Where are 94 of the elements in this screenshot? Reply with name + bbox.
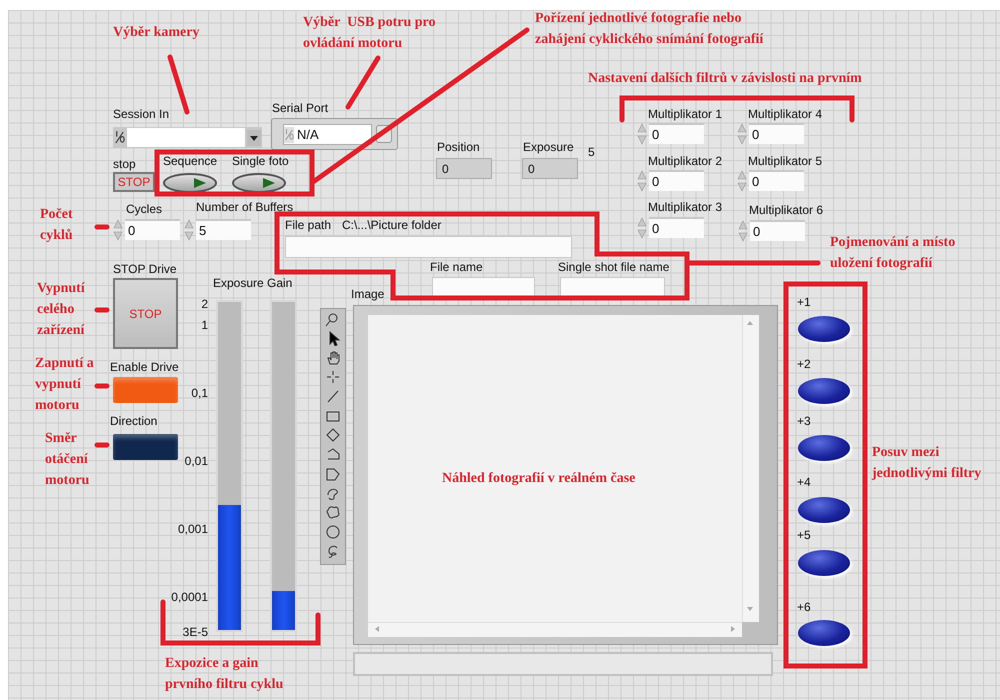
filter-button[interactable] xyxy=(798,550,850,576)
numeric-field[interactable]: 0 xyxy=(749,123,804,144)
file-name-field[interactable] xyxy=(432,277,535,298)
diamond-icon[interactable] xyxy=(325,426,341,443)
freeform-shape-icon[interactable] xyxy=(325,504,341,520)
toggle-label: Sequence xyxy=(163,154,218,168)
slide-label: Exposure xyxy=(213,276,264,290)
numeric-indicator: 0 xyxy=(436,158,492,179)
annotation-text: Výběr USB potru pro ovládání motoru xyxy=(303,14,436,53)
line-icon[interactable] xyxy=(325,388,341,404)
button-label: +2 xyxy=(797,357,811,371)
numeric-field[interactable]: 0 xyxy=(749,170,804,191)
control-label: STOP Drive xyxy=(113,262,177,276)
io-icon xyxy=(284,126,294,142)
file-name-field[interactable] xyxy=(560,277,665,298)
control-label: File path xyxy=(285,218,332,232)
annotation-line xyxy=(94,442,110,448)
serial-port-field[interactable]: N/A xyxy=(283,124,372,145)
play-icon xyxy=(193,177,207,189)
switch-button[interactable] xyxy=(113,377,178,403)
annotation-line xyxy=(94,224,110,230)
filter-button[interactable] xyxy=(798,435,850,461)
control-label: Number of Buffers xyxy=(196,200,294,214)
annotation-line xyxy=(168,54,190,114)
play-icon xyxy=(262,177,276,189)
annotation-text: Pořízení jednotlivé fotografie nebo zahájení cyklického snímání fotografií xyxy=(535,10,764,49)
slide-track[interactable] xyxy=(270,300,297,632)
slide-track[interactable] xyxy=(216,300,243,632)
scale-label: 0,001 xyxy=(176,522,208,536)
annotation-text: Nastavení dalších filtrů v závislosti na prvním xyxy=(588,70,862,88)
annotation-text: Výběr kamery xyxy=(113,24,200,42)
button-label: +4 xyxy=(797,475,811,489)
control-label: Multiplikator 3 xyxy=(648,200,722,214)
numeric-field[interactable]: 0 xyxy=(649,123,704,144)
scale-label: 1 xyxy=(200,318,208,332)
annotation-text: Posuv mezi jednotlivými filtry xyxy=(872,444,982,483)
numeric-field[interactable]: 0 xyxy=(750,220,805,241)
numeric-indicator: 0 xyxy=(522,158,578,179)
numeric-field[interactable]: 5 xyxy=(196,219,251,240)
slide-label: Gain xyxy=(267,276,292,290)
numeric-field[interactable]: 0 xyxy=(125,219,180,240)
scale-label: 2 xyxy=(200,297,208,311)
button-label: +6 xyxy=(797,600,811,614)
control-label: Cycles xyxy=(126,202,162,216)
annotation-text: Zapnutí a vypnutí motoru xyxy=(35,355,94,415)
note-text: 5 xyxy=(588,145,595,159)
annotation-text: Expozice a gain prvního filtru cyklu xyxy=(165,655,284,694)
scale-label: 0,01 xyxy=(184,454,208,468)
button-label: +5 xyxy=(797,528,811,542)
button-label: +3 xyxy=(797,414,811,428)
control-label: Serial Port xyxy=(272,101,328,115)
annotation-line xyxy=(94,308,110,312)
switch-button[interactable] xyxy=(113,434,178,460)
control-label: File name xyxy=(430,260,483,274)
button-label: +1 xyxy=(797,295,811,309)
control-label: Direction xyxy=(110,414,158,428)
control-label: Enable Drive xyxy=(110,360,179,374)
filter-button[interactable] xyxy=(798,620,850,646)
polygon-icon[interactable] xyxy=(325,466,341,482)
hand-icon[interactable] xyxy=(325,349,341,366)
filter-button[interactable] xyxy=(798,378,850,404)
polyline-icon[interactable] xyxy=(325,446,341,462)
numeric-field[interactable]: 0 xyxy=(649,170,704,191)
control-label: Single shot file name xyxy=(558,260,670,274)
scale-label: 0,0001 xyxy=(170,590,208,604)
scale-label: 0,1 xyxy=(190,386,208,400)
oval-button[interactable] xyxy=(163,173,217,193)
control-label: Image xyxy=(351,287,384,301)
path-text: C:\...\Picture folder xyxy=(342,218,442,232)
session-dropdown[interactable] xyxy=(113,127,262,148)
annotation-text: Náhled fotografií v reálném čase xyxy=(442,470,636,488)
annotation-text: Počet cyklů xyxy=(40,206,73,245)
filter-button[interactable] xyxy=(798,316,850,342)
control-label: Multiplikator 6 xyxy=(749,203,824,217)
crosshair-icon[interactable] xyxy=(325,368,341,385)
control-label: Session In xyxy=(113,107,170,121)
annotation-line xyxy=(94,384,110,388)
control-label: stop xyxy=(113,157,136,171)
control-label: Multiplikator 4 xyxy=(748,107,822,121)
io-icon xyxy=(114,129,125,146)
numeric-field[interactable]: 0 xyxy=(649,217,704,238)
indicator-label: Exposure xyxy=(523,140,574,154)
control-label: Multiplikator 2 xyxy=(648,154,722,168)
control-label: Multiplikator 5 xyxy=(748,154,822,168)
control-label: Multiplikator 1 xyxy=(648,107,722,121)
oval-button[interactable] xyxy=(232,173,286,193)
indicator-label: Position xyxy=(437,140,480,154)
toggle-label: Single foto xyxy=(232,154,289,168)
annotation-text: Směr otáčení motoru xyxy=(45,430,90,490)
annotation-text: Pojmenování a místo uložení fotografií xyxy=(830,234,956,273)
path-field[interactable] xyxy=(285,236,572,258)
annotation-text: Vypnutí celého zařízení xyxy=(37,280,85,340)
filter-button[interactable] xyxy=(798,497,850,523)
scale-label: 3E-5 xyxy=(182,625,208,639)
